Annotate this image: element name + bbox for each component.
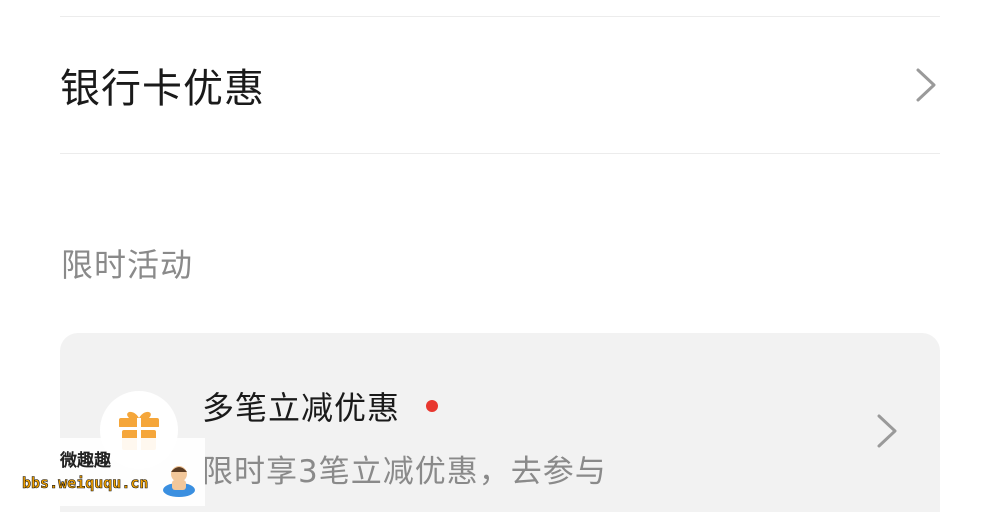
bank-card-offers-label: 银行卡优惠 [60,66,265,112]
chevron-right-icon [876,413,898,453]
promo-title-text: 多笔立减优惠 [202,389,401,427]
bank-card-offers-row[interactable]: 银行卡优惠 [60,17,940,153]
section-divider [60,153,940,154]
promo-subtitle: 限时享3笔立减优惠，去参与 [202,454,607,490]
bank-card-offers-page: 银行卡优惠 限时活动 多笔立减优惠 限时享3笔立减优惠，去参与 微趣趣 bbs.… [0,0,1000,512]
new-indicator-dot [426,400,439,412]
watermark-url: bbs.weiququ.cn [22,474,149,493]
mascot-icon [160,462,198,504]
chevron-right-icon [912,65,940,105]
promo-title: 多笔立减优惠 [202,383,439,429]
watermark: 微趣趣 bbs.weiququ.cn [0,438,205,506]
watermark-name: 微趣趣 [60,451,111,471]
limited-activity-section-title: 限时活动 [61,246,194,284]
